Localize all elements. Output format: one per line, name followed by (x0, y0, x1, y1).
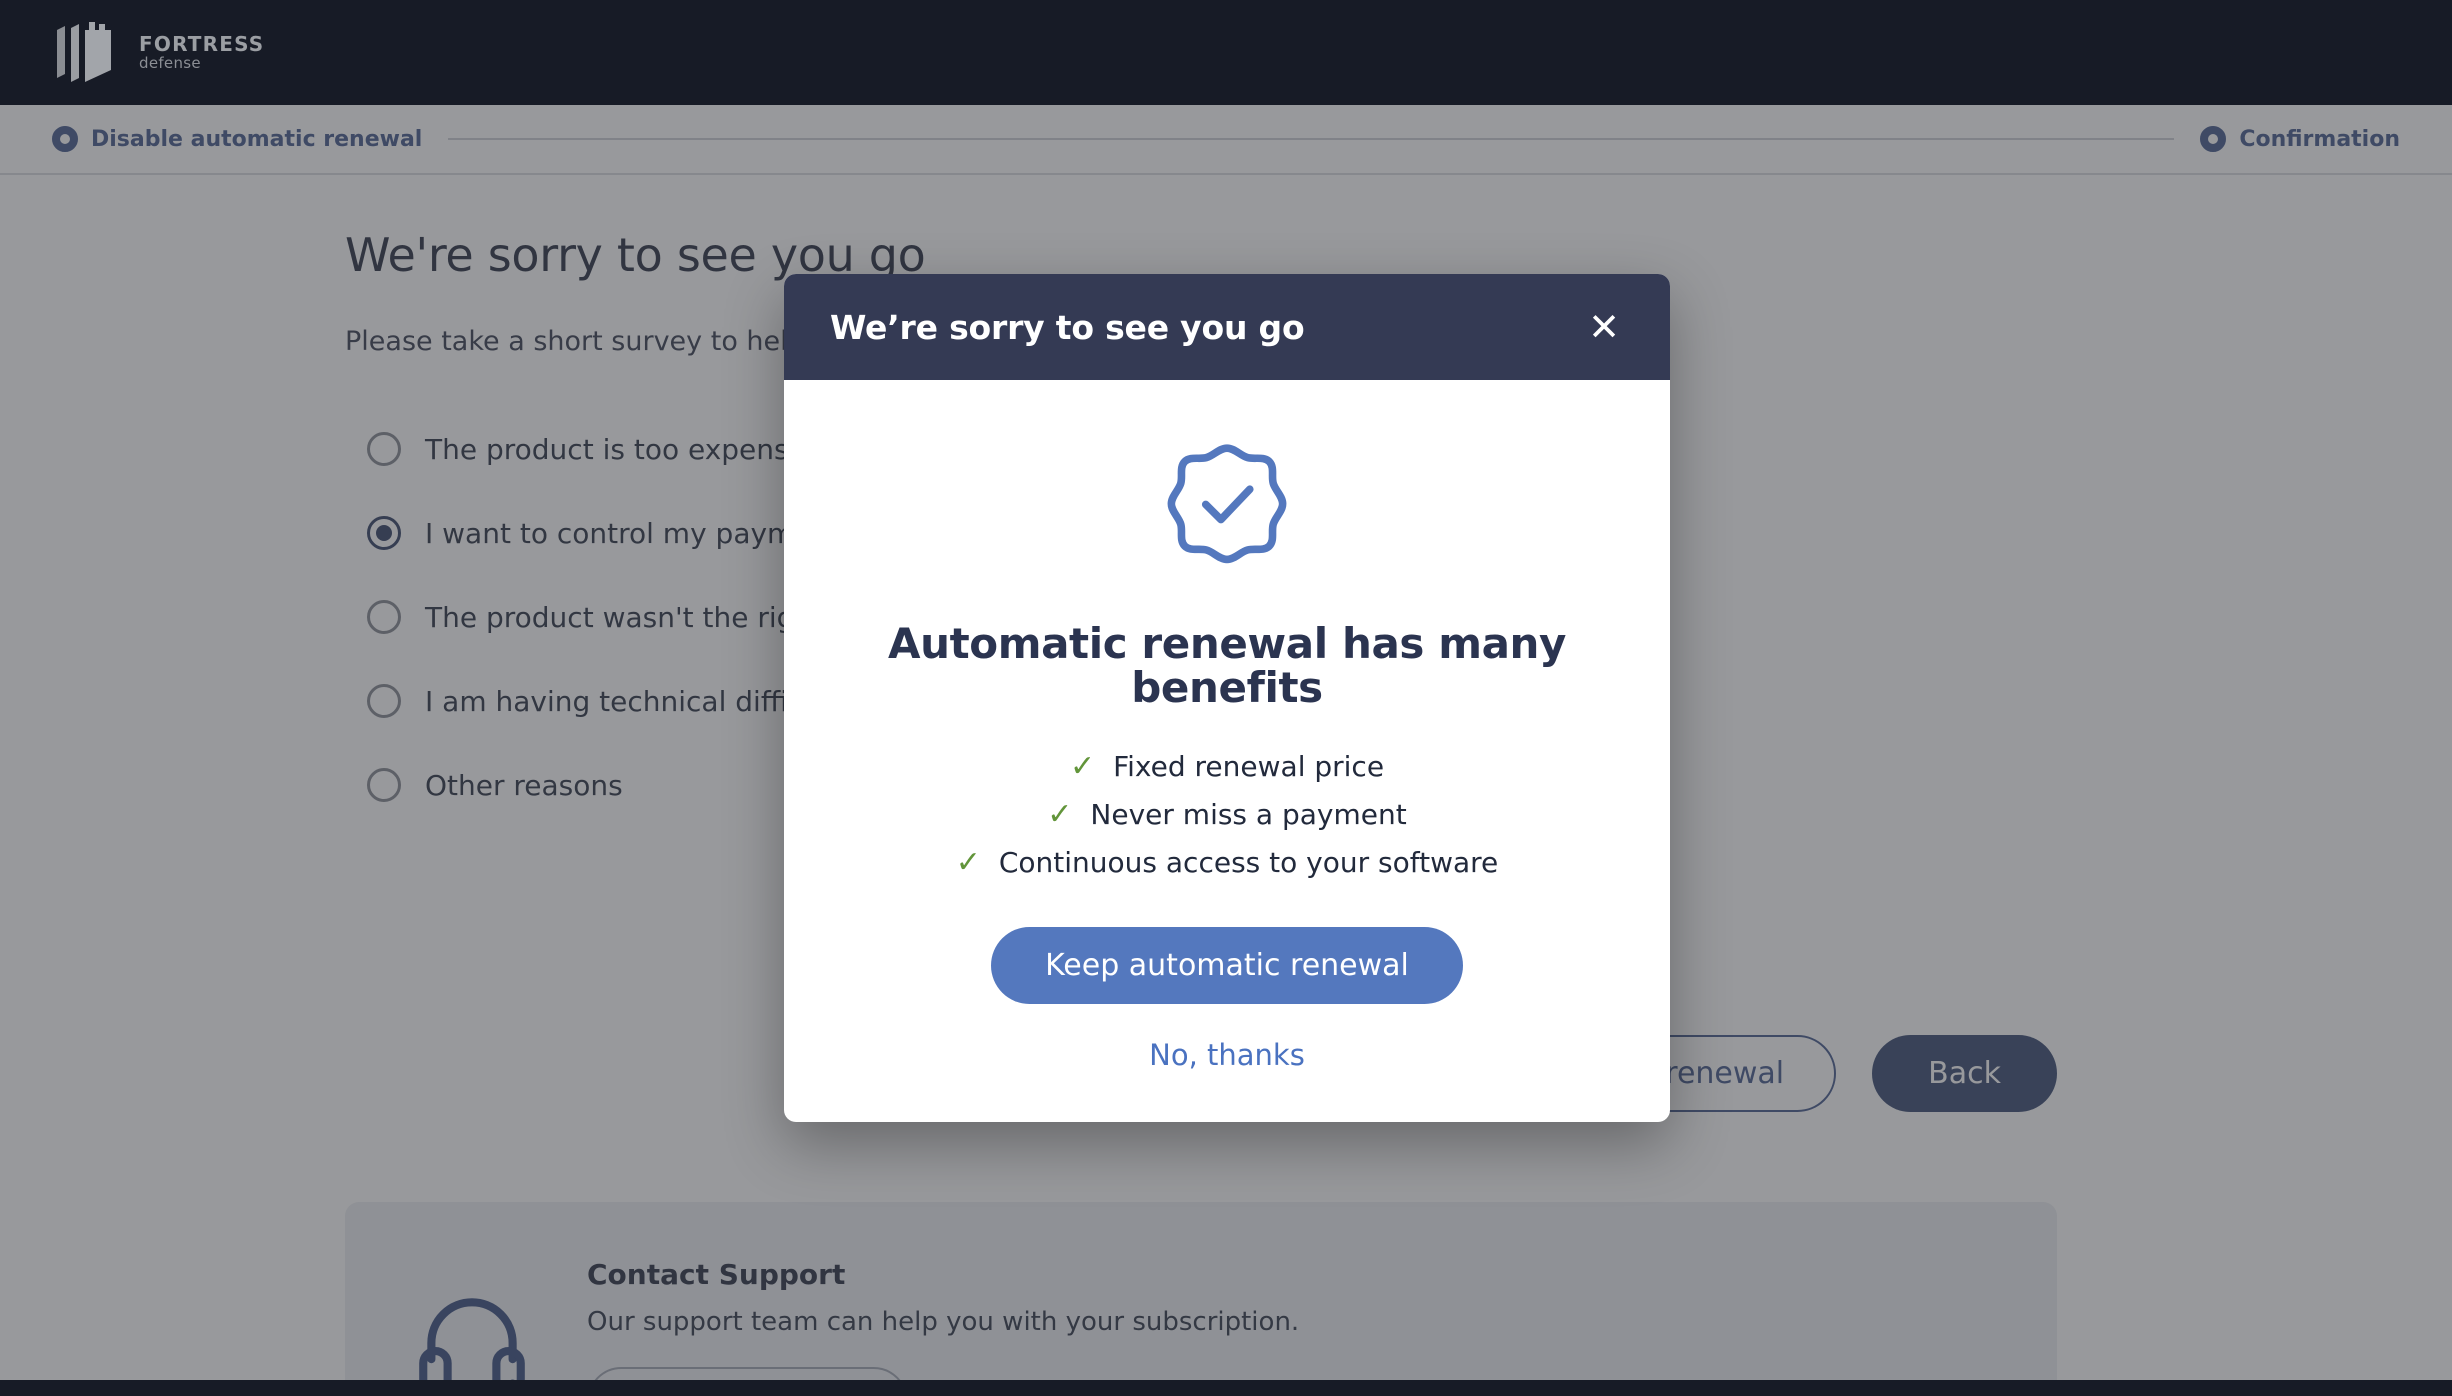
close-icon[interactable]: ✕ (1580, 304, 1628, 350)
benefit-label: Continuous access to your software (998, 846, 1499, 880)
check-icon: ✓ (955, 844, 981, 880)
verified-badge-check-icon (1167, 444, 1287, 564)
footer-bar (0, 1380, 2452, 1396)
benefit-item: ✓ Never miss a payment (1047, 798, 1406, 831)
modal-header: We’re sorry to see you go ✕ (784, 274, 1670, 380)
brand-logo[interactable]: FORTRESS defense (53, 20, 264, 86)
benefits-list: ✓ Fixed renewal price ✓ Never miss a pay… (846, 750, 1608, 879)
check-icon: ✓ (1069, 748, 1096, 784)
page-root: FORTRESS defense Disable automatic renew… (0, 0, 2452, 1396)
modal-title: We’re sorry to see you go (830, 307, 1305, 347)
benefit-item: ✓ Fixed renewal price (1070, 750, 1384, 783)
modal-heading: Automatic renewal has many benefits (887, 619, 1567, 713)
brand-tagline: defense (139, 54, 201, 72)
keep-automatic-renewal-button[interactable]: Keep automatic renewal (991, 927, 1463, 1005)
benefit-item: ✓ Continuous access to your software (956, 846, 1499, 879)
modal-body: Automatic renewal has many benefits ✓ Fi… (784, 380, 1670, 1122)
no-thanks-link[interactable]: No, thanks (1149, 1038, 1305, 1072)
brand-name: FORTRESS (139, 32, 265, 56)
benefit-label: Never miss a payment (1090, 798, 1407, 832)
benefit-label: Fixed renewal price (1113, 750, 1385, 784)
retention-modal: We’re sorry to see you go ✕ Automatic re… (784, 274, 1670, 1123)
brand-logo-text: FORTRESS defense (139, 33, 264, 72)
fortress-castle-icon (57, 21, 111, 82)
check-icon: ✓ (1047, 796, 1073, 832)
top-nav-bar: FORTRESS defense (0, 0, 2452, 105)
